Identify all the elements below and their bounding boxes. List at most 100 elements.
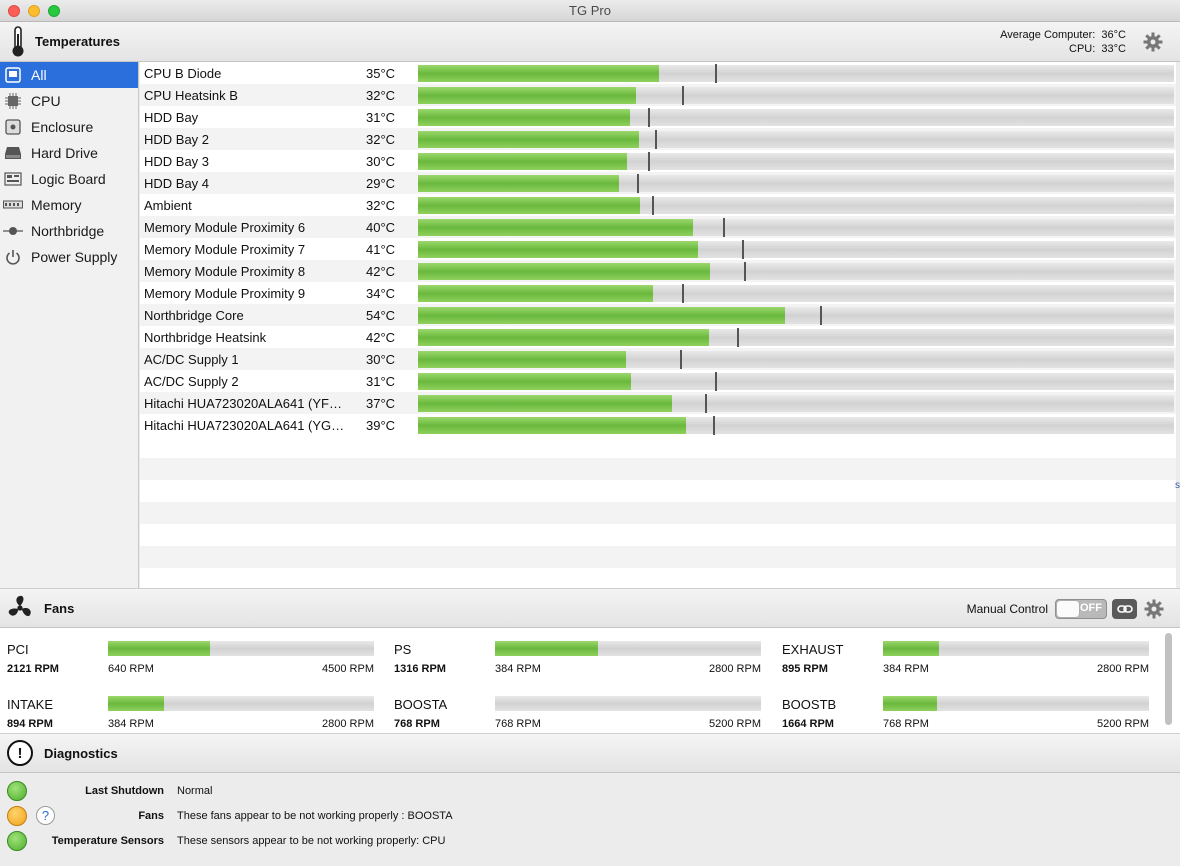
- zoom-window-button[interactable]: [48, 5, 60, 17]
- max-temperature-marker: [715, 63, 718, 83]
- status-green-icon: [7, 831, 27, 851]
- fan-min-rpm: 768 RPM: [495, 718, 541, 730]
- max-temperature-marker: [654, 129, 657, 149]
- sidebar-item-label: Enclosure: [31, 119, 94, 135]
- hard-drive-icon: [3, 145, 23, 161]
- diagnostic-row-temperature-sensors: Temperature Sensors These sensors appear…: [0, 829, 1180, 853]
- sensor-row[interactable]: Northbridge Core 54°C: [140, 304, 1176, 326]
- temperature-bar-fill: [418, 86, 637, 104]
- fan-current-rpm: 1316 RPM: [394, 663, 446, 675]
- sensor-row[interactable]: Memory Module Proximity 6 40°C: [140, 216, 1176, 238]
- sensor-name: Memory Module Proximity 7: [144, 241, 306, 257]
- sensor-row[interactable]: Hitachi HUA723020ALA641 (YF… 37°C: [140, 392, 1176, 414]
- max-temperature-marker: [637, 173, 640, 193]
- sidebar-item-all[interactable]: All: [0, 62, 138, 88]
- temperature-bar: [418, 107, 1174, 127]
- sidebar-item-enclosure[interactable]: Enclosure: [0, 114, 138, 140]
- sensor-row[interactable]: Memory Module Proximity 9 34°C: [140, 282, 1176, 304]
- sensor-name: Hitachi HUA723020ALA641 (YG…: [144, 417, 345, 433]
- fan-item: INTAKE 894 RPM 384 RPM 2800 RPM: [0, 685, 380, 737]
- diagnostic-text: These sensors appear to be not working p…: [177, 835, 446, 847]
- fans-scrollbar[interactable]: [1165, 633, 1172, 725]
- sensor-row[interactable]: Memory Module Proximity 7 41°C: [140, 238, 1176, 260]
- sensor-name: HDD Bay 2: [144, 131, 210, 147]
- diagnostic-row-fans: ? Fans These fans appear to be not worki…: [0, 804, 1180, 828]
- fans-settings-gear-icon[interactable]: [1144, 599, 1164, 619]
- average-computer-value: 36°C: [1101, 29, 1126, 41]
- sensor-row[interactable]: HDD Bay 3 30°C: [140, 150, 1176, 172]
- minimize-window-button[interactable]: [28, 5, 40, 17]
- max-temperature-marker: [681, 283, 684, 303]
- fan-current-rpm: 2121 RPM: [7, 663, 59, 675]
- thermometer-icon: [12, 26, 24, 57]
- temperature-bar: [418, 393, 1174, 413]
- temperature-bar: [418, 129, 1174, 149]
- sensor-row[interactable]: CPU Heatsink B 32°C: [140, 84, 1176, 106]
- sensor-name: HDD Bay 3: [144, 153, 210, 169]
- temperature-bar-fill: [418, 328, 710, 346]
- temperature-bar-fill: [418, 108, 630, 126]
- close-window-button[interactable]: [8, 5, 20, 17]
- temperatures-title: Temperatures: [35, 34, 121, 49]
- diagnostics-header: ! Diagnostics: [0, 733, 1180, 773]
- manual-control-toggle[interactable]: OFF: [1055, 599, 1107, 619]
- window-title: TG Pro: [569, 3, 611, 18]
- sensor-row[interactable]: Northbridge Heatsink 42°C: [140, 326, 1176, 348]
- temperatures-settings-gear-icon[interactable]: [1143, 32, 1163, 52]
- help-button[interactable]: ?: [36, 806, 55, 825]
- diagnostic-label: Temperature Sensors: [51, 835, 164, 847]
- sensor-row[interactable]: HDD Bay 4 29°C: [140, 172, 1176, 194]
- sensor-row[interactable]: Memory Module Proximity 8 42°C: [140, 260, 1176, 282]
- fan-name: PS: [394, 642, 412, 657]
- sidebar-item-logic-board[interactable]: Logic Board: [0, 166, 138, 192]
- sensor-row[interactable]: AC/DC Supply 2 31°C: [140, 370, 1176, 392]
- sensor-temperature: 41°C: [366, 241, 396, 257]
- status-orange-icon: [7, 806, 27, 826]
- max-temperature-marker: [712, 415, 715, 435]
- temperature-bar-fill: [418, 218, 694, 236]
- empty-row: [140, 546, 1176, 568]
- fan-current-rpm: 895 RPM: [782, 663, 828, 675]
- sensor-temperature: 30°C: [366, 153, 396, 169]
- sensor-row[interactable]: Hitachi HUA723020ALA641 (YG… 39°C: [140, 414, 1176, 436]
- fan-min-rpm: 384 RPM: [108, 718, 154, 730]
- fan-item: BOOSTB 1664 RPM 768 RPM 5200 RPM: [775, 685, 1155, 737]
- sensor-row[interactable]: HDD Bay 31°C: [140, 106, 1176, 128]
- temperature-bar-fill: [418, 152, 628, 170]
- power-icon: [3, 249, 23, 265]
- sidebar-item-northbridge[interactable]: Northbridge: [0, 218, 138, 244]
- cpu-average-value: 33°C: [1101, 43, 1126, 55]
- sidebar-item-hard-drive[interactable]: Hard Drive: [0, 140, 138, 166]
- sensor-temperature: 29°C: [366, 175, 396, 191]
- diagnostic-label: Last Shutdown: [85, 785, 164, 797]
- temperature-bar-fill: [418, 196, 641, 214]
- fan-item: PS 1316 RPM 384 RPM 2800 RPM: [387, 630, 767, 682]
- temperature-bar: [418, 173, 1174, 193]
- max-temperature-marker: [737, 327, 740, 347]
- sidebar-item-label: Logic Board: [31, 171, 106, 187]
- temperature-bar: [418, 217, 1174, 237]
- sensor-row[interactable]: AC/DC Supply 1 30°C: [140, 348, 1176, 370]
- temperature-bar-fill: [418, 262, 710, 280]
- sensor-row[interactable]: Ambient 32°C: [140, 194, 1176, 216]
- sidebar-item-memory[interactable]: Memory: [0, 192, 138, 218]
- sensor-name: Northbridge Heatsink: [144, 329, 267, 345]
- sensor-temperature: 39°C: [366, 417, 396, 433]
- sidebar-item-cpu[interactable]: CPU: [0, 88, 138, 114]
- temperature-bar: [418, 371, 1174, 391]
- diagnostics-panel: Last Shutdown Normal ? Fans These fans a…: [0, 773, 1180, 866]
- sensor-row[interactable]: HDD Bay 2 32°C: [140, 128, 1176, 150]
- link-fans-button[interactable]: [1112, 599, 1137, 619]
- sidebar-item-power-supply[interactable]: Power Supply: [0, 244, 138, 270]
- empty-row: [140, 524, 1176, 546]
- sidebar-item-label: All: [31, 67, 47, 83]
- temperature-bar: [418, 85, 1174, 105]
- fan-item: PCI 2121 RPM 640 RPM 4500 RPM: [0, 630, 380, 682]
- sensor-name: Hitachi HUA723020ALA641 (YF…: [144, 395, 342, 411]
- fan-speed-bar-fill: [108, 641, 211, 656]
- fan-name: EXHAUST: [782, 642, 844, 657]
- sidebar-item-label: CPU: [31, 93, 61, 109]
- fan-speed-bar: [883, 696, 1149, 711]
- sensor-name: AC/DC Supply 2: [144, 373, 239, 389]
- sensor-row[interactable]: CPU B Diode 35°C: [140, 62, 1176, 84]
